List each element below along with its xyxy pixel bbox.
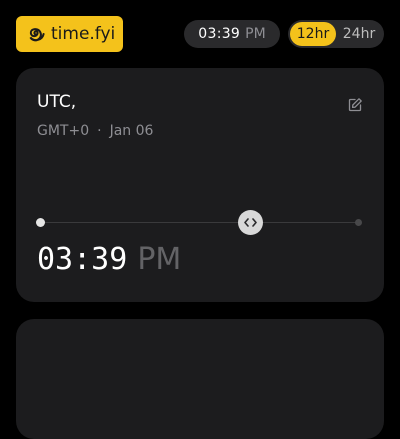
slider-start-dot xyxy=(36,218,45,227)
time-slider-track[interactable] xyxy=(41,222,359,223)
spiral-icon xyxy=(26,24,46,44)
logo-text: time.fyi xyxy=(51,24,116,44)
timezone-title: UTC, xyxy=(37,92,77,112)
subtitle-separator: · xyxy=(97,123,102,139)
timezone-date: Jan 06 xyxy=(109,123,154,139)
slider-end-dot xyxy=(355,219,362,226)
timezone-time-display: 03:39 PM xyxy=(37,242,181,277)
time-slider-handle[interactable] xyxy=(238,210,263,235)
time-format-toggle[interactable]: 12hr 24hr xyxy=(288,20,384,48)
current-time-meridiem: PM xyxy=(245,26,266,42)
pencil-icon[interactable] xyxy=(347,97,363,113)
timezone-offset: GMT+0 xyxy=(37,123,90,139)
timezone-subtitle: GMT+0 · Jan 06 xyxy=(37,123,153,139)
current-time-value: 03:39 xyxy=(198,26,241,42)
chevron-left-right-icon xyxy=(244,218,257,227)
timezone-card: UTC, GMT+0 · Jan 06 03:39 PM xyxy=(16,68,384,302)
timezone-card-2 xyxy=(16,319,384,439)
format-12hr-option[interactable]: 12hr xyxy=(290,22,336,46)
logo-button[interactable]: time.fyi xyxy=(16,16,123,52)
timezone-meridiem: PM xyxy=(137,242,182,277)
timezone-time: 03:39 xyxy=(37,242,128,277)
format-24hr-option[interactable]: 24hr xyxy=(336,22,382,46)
current-time-pill: 03:39 PM xyxy=(184,20,280,48)
